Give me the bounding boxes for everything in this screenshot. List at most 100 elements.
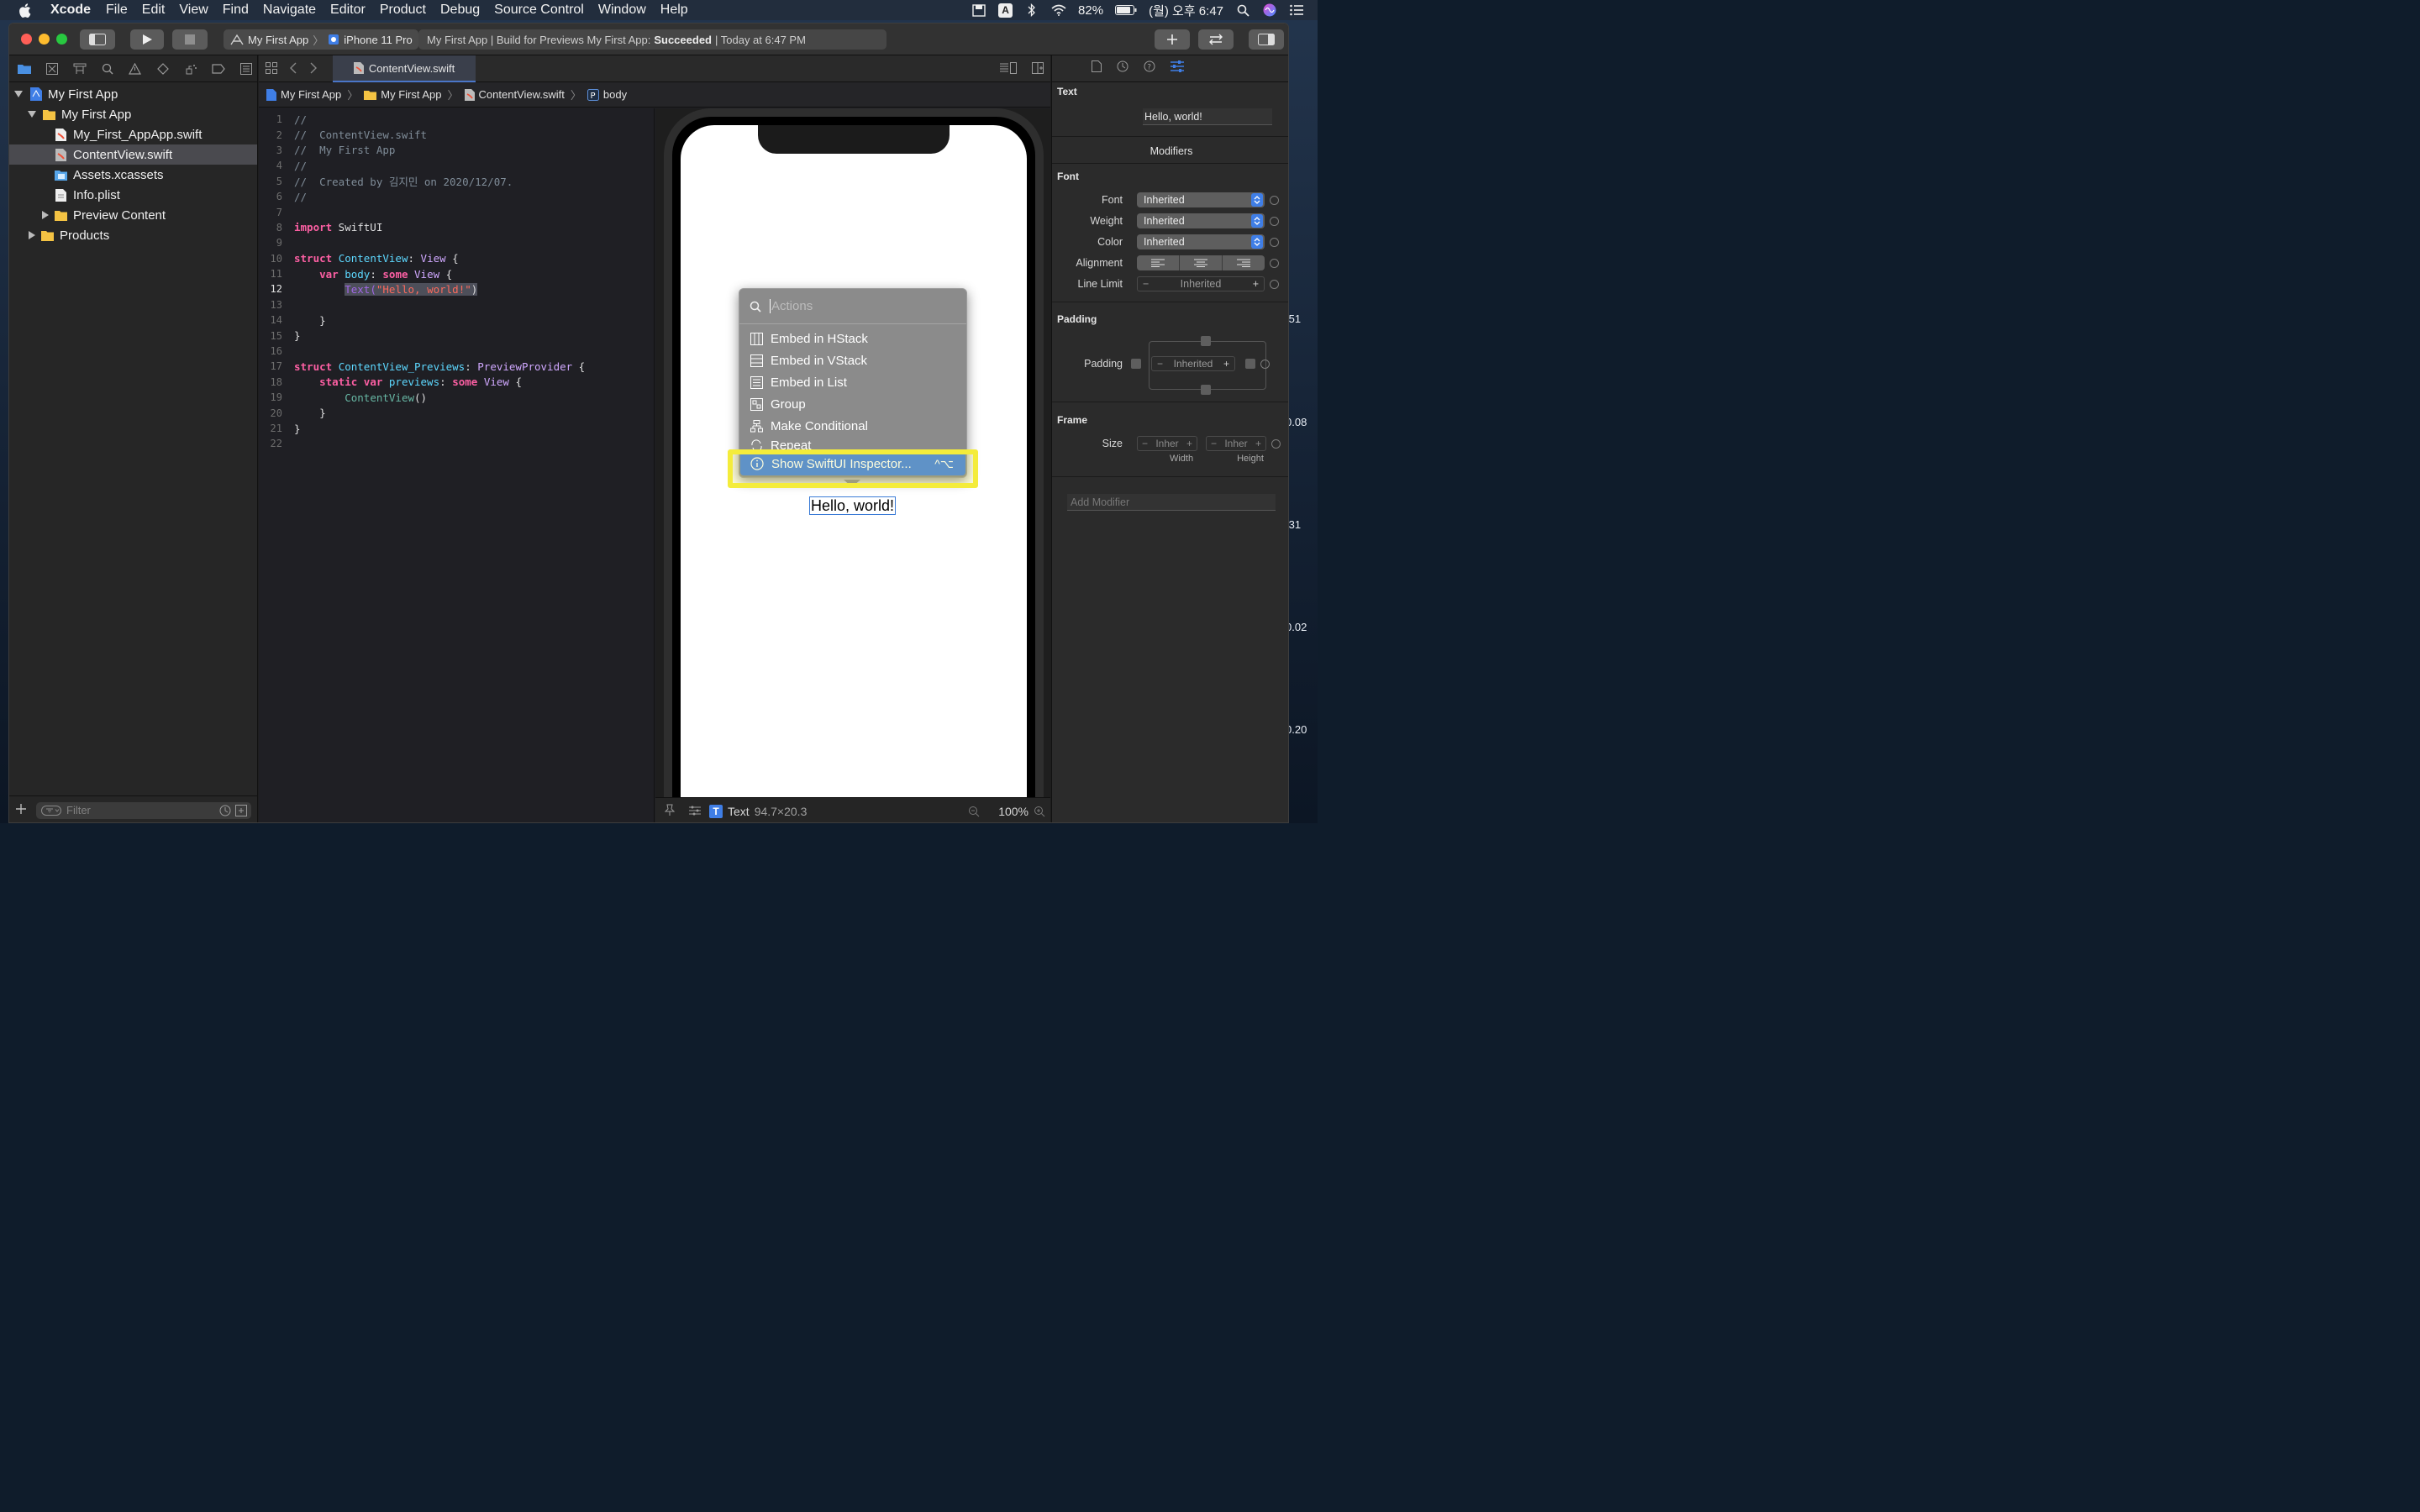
plus-icon[interactable]: + bbox=[1186, 438, 1192, 449]
weight-reset-radio[interactable] bbox=[1270, 216, 1279, 226]
apple-menu-icon[interactable] bbox=[17, 3, 32, 18]
debug-spray-icon[interactable] bbox=[183, 61, 197, 76]
code-line[interactable]: 5 // Created by 김지민 on 2020/12/07. bbox=[259, 174, 654, 189]
zoom-level[interactable]: 100% bbox=[998, 805, 1028, 818]
padding-stepper[interactable]: − Inherited + bbox=[1151, 356, 1235, 371]
filter-input[interactable]: Filter bbox=[36, 801, 251, 819]
menu-item-embed-vstack[interactable]: Embed in VStack bbox=[739, 349, 966, 371]
editor-options-icon[interactable] bbox=[1000, 62, 1017, 78]
disclosure-open-icon[interactable] bbox=[13, 88, 24, 100]
plus-icon[interactable]: + bbox=[1255, 438, 1261, 449]
toggle-inspector-button[interactable] bbox=[1249, 29, 1284, 50]
battery-icon[interactable] bbox=[1115, 3, 1137, 17]
wifi-icon[interactable] bbox=[1051, 3, 1066, 17]
symbol-hierarchy-icon[interactable] bbox=[72, 61, 87, 76]
source-editor[interactable]: 1 // 2 // ContentView.swift 3 // My First App… bbox=[259, 108, 655, 822]
menu-edit[interactable]: Edit bbox=[142, 3, 166, 18]
menu-item-repeat[interactable]: Repeat bbox=[739, 437, 966, 452]
add-file-icon[interactable] bbox=[16, 803, 26, 818]
preview-hello-text[interactable]: Hello, world! bbox=[809, 496, 897, 515]
code-line[interactable]: 19 ContentView() bbox=[259, 390, 654, 405]
align-center-icon[interactable] bbox=[1180, 255, 1223, 270]
code-line[interactable]: 9 bbox=[259, 235, 654, 250]
font-reset-radio[interactable] bbox=[1270, 195, 1279, 205]
code-line[interactable]: 11 var body: some View { bbox=[259, 266, 654, 281]
related-items-grid-icon[interactable] bbox=[266, 62, 277, 78]
zoom-in-icon[interactable] bbox=[1034, 806, 1045, 820]
font-popup[interactable]: Inherited bbox=[1137, 192, 1265, 207]
folder-icon[interactable] bbox=[17, 61, 31, 76]
plus-icon[interactable]: + bbox=[1253, 278, 1259, 290]
close-window-button[interactable] bbox=[21, 34, 32, 45]
run-button[interactable] bbox=[130, 29, 164, 50]
add-modifier-field[interactable]: Add Modifier bbox=[1067, 494, 1276, 511]
find-icon[interactable] bbox=[100, 61, 114, 76]
scheme-selector[interactable]: My First App 〉 iPhone 11 Pro bbox=[224, 29, 418, 50]
tree-row-group[interactable]: Products bbox=[9, 225, 257, 245]
menu-source-control[interactable]: Source Control bbox=[494, 3, 584, 18]
color-reset-radio[interactable] bbox=[1270, 237, 1279, 247]
menu-app-name[interactable]: Xcode bbox=[50, 3, 91, 18]
actions-search-field[interactable]: Actions bbox=[739, 289, 966, 324]
warning-icon[interactable] bbox=[128, 61, 142, 76]
tree-row-file[interactable]: Assets.xcassets bbox=[9, 165, 257, 185]
menu-view[interactable]: View bbox=[179, 3, 208, 18]
menu-debug[interactable]: Debug bbox=[440, 3, 480, 18]
code-line[interactable]: 6 // bbox=[259, 189, 654, 204]
tree-row-group[interactable]: Preview Content bbox=[9, 205, 257, 225]
library-add-button[interactable] bbox=[1155, 29, 1190, 50]
align-right-icon[interactable] bbox=[1223, 255, 1265, 270]
code-line[interactable]: 2 // ContentView.swift bbox=[259, 127, 654, 142]
notification-center-icon[interactable] bbox=[1289, 3, 1304, 17]
disclosure-closed-icon[interactable] bbox=[39, 209, 51, 221]
height-stepper[interactable]: − Inher + bbox=[1206, 436, 1266, 451]
canvas-options-icon[interactable] bbox=[689, 805, 701, 818]
code-line[interactable]: 15} bbox=[259, 328, 654, 343]
bluetooth-icon[interactable] bbox=[1024, 3, 1039, 17]
minus-icon[interactable]: − bbox=[1142, 438, 1148, 449]
menubar-clock[interactable]: (월) 오후 6:47 bbox=[1149, 2, 1223, 19]
menu-navigate[interactable]: Navigate bbox=[263, 3, 316, 18]
minus-icon[interactable]: − bbox=[1211, 438, 1217, 449]
code-line[interactable]: 17 struct ContentView_Previews: PreviewPr… bbox=[259, 359, 654, 374]
history-inspector-icon[interactable] bbox=[1117, 60, 1128, 76]
minus-icon[interactable]: − bbox=[1143, 278, 1149, 290]
line-limit-stepper[interactable]: − Inherited + bbox=[1137, 276, 1265, 291]
jumpbar-item[interactable]: body bbox=[603, 88, 627, 101]
reader-icon[interactable] bbox=[971, 3, 986, 17]
source-control-icon[interactable] bbox=[45, 61, 59, 76]
jumpbar-item[interactable]: My First App bbox=[281, 88, 341, 101]
code-line[interactable]: 4 // bbox=[259, 158, 654, 173]
weight-popup[interactable]: Inherited bbox=[1137, 213, 1265, 228]
code-line[interactable]: 20 } bbox=[259, 405, 654, 420]
code-line[interactable]: 22 bbox=[259, 436, 654, 451]
tree-row-group[interactable]: My First App bbox=[9, 104, 257, 124]
line-limit-reset-radio[interactable] bbox=[1270, 279, 1279, 289]
tree-row-project[interactable]: My First App bbox=[9, 84, 257, 104]
menu-file[interactable]: File bbox=[106, 3, 128, 18]
forward-chevron-icon[interactable] bbox=[309, 62, 318, 78]
menu-item-embed-list[interactable]: Embed in List bbox=[739, 371, 966, 393]
code-line[interactable]: 13 bbox=[259, 297, 654, 312]
breakpoint-tag-icon[interactable] bbox=[211, 61, 225, 76]
align-left-icon[interactable] bbox=[1137, 255, 1180, 270]
code-line[interactable]: 21} bbox=[259, 421, 654, 436]
code-line[interactable]: 3 // My First App bbox=[259, 143, 654, 158]
code-line[interactable]: 10 struct ContentView: View { bbox=[259, 251, 654, 266]
toggle-navigator-button[interactable] bbox=[80, 29, 115, 50]
plus-icon[interactable]: + bbox=[1223, 358, 1229, 370]
size-reset-radio[interactable] bbox=[1271, 438, 1281, 449]
menu-item-group[interactable]: Group bbox=[739, 393, 966, 415]
code-line[interactable]: 8 import SwiftUI bbox=[259, 220, 654, 235]
menu-help[interactable]: Help bbox=[660, 3, 688, 18]
attributes-inspector-icon[interactable] bbox=[1170, 60, 1184, 76]
menu-item-make-conditional[interactable]: Make Conditional bbox=[739, 415, 966, 437]
alignment-reset-radio[interactable] bbox=[1270, 258, 1279, 268]
padding-reset-radio[interactable] bbox=[1260, 359, 1270, 369]
pin-icon[interactable] bbox=[664, 804, 676, 818]
padding-trailing-checkbox[interactable] bbox=[1245, 359, 1255, 369]
menu-item-embed-hstack[interactable]: Embed in HStack bbox=[739, 328, 966, 349]
tree-row-file-selected[interactable]: ContentView.swift bbox=[9, 144, 257, 165]
jumpbar-item[interactable]: ContentView.swift bbox=[479, 88, 565, 101]
report-list-icon[interactable] bbox=[239, 61, 253, 76]
